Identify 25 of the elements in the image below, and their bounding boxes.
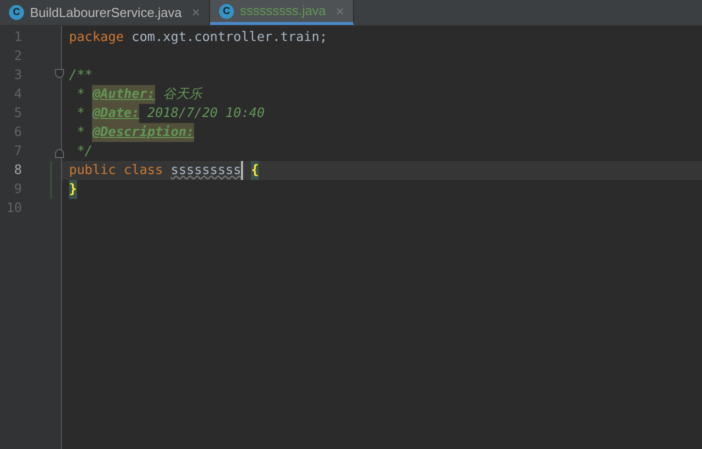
code-text: * [76,124,86,142]
code-text: */ [76,142,92,161]
code-text: /** [69,66,92,85]
code-text: 谷天乐 [162,86,202,104]
code-text: com.xgt.controller.train; [132,28,328,47]
code-text: * [76,86,86,104]
doc-tag: @Date: [92,104,140,124]
class-icon: C [9,5,24,20]
editor-tab[interactable]: C BuildLabourerService.java × [0,0,210,25]
fold-icon[interactable] [55,69,64,78]
code-text: * [76,104,86,123]
line-number: 8 [13,162,22,180]
tab-label: BuildLabourerService.java [30,4,182,22]
code-text: package [69,28,125,47]
class-icon: C [218,4,234,18]
doc-tag: @Auther: [92,84,156,104]
brace: } [69,180,77,200]
doc-tag: @Description: [92,122,194,142]
code-text: 2018/7/20 10:40 [146,104,265,123]
code-text: public class [69,162,164,180]
editor-tab[interactable]: C sssssssss.java × [210,0,354,25]
class-name: sssssssss [170,160,244,180]
tab-label: sssssssss.java [240,2,326,20]
fold-end-icon[interactable] [55,149,64,158]
brace: { [251,160,259,180]
